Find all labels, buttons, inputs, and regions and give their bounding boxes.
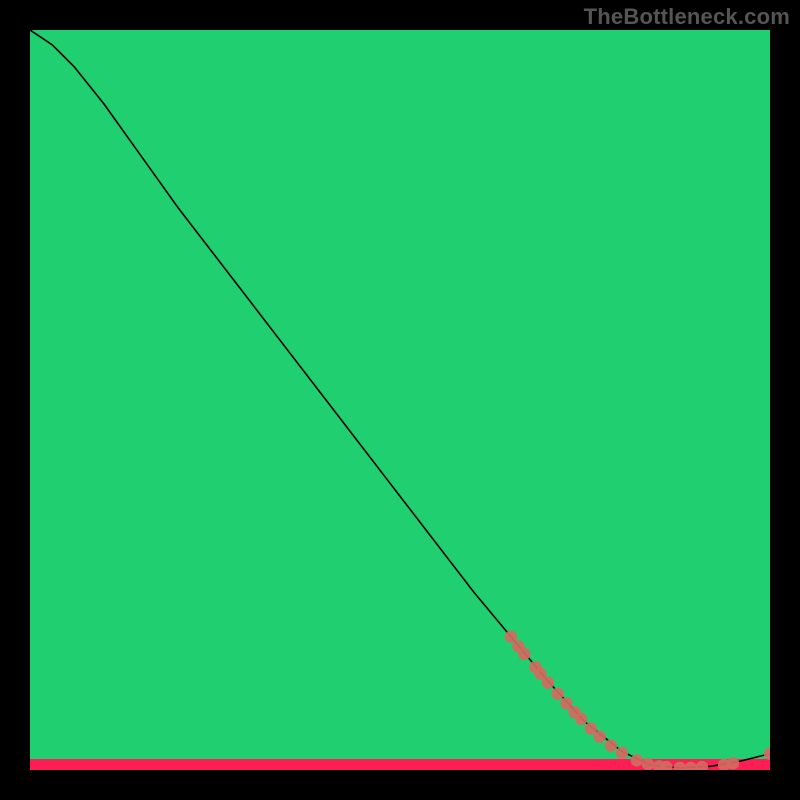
chart-stage: TheBottleneck.com — [0, 0, 800, 800]
chart-plot-area — [30, 30, 770, 770]
data-point — [616, 747, 628, 759]
data-point — [631, 754, 643, 766]
data-point — [594, 731, 606, 743]
data-point — [518, 648, 530, 660]
watermark-text: TheBottleneck.com — [584, 4, 790, 30]
data-point — [551, 688, 563, 700]
data-point — [605, 739, 617, 751]
data-point — [642, 758, 654, 770]
data-point — [542, 676, 554, 688]
data-point — [575, 713, 587, 725]
data-point — [727, 757, 739, 769]
chart-background — [30, 30, 770, 770]
chart-svg — [30, 30, 770, 770]
